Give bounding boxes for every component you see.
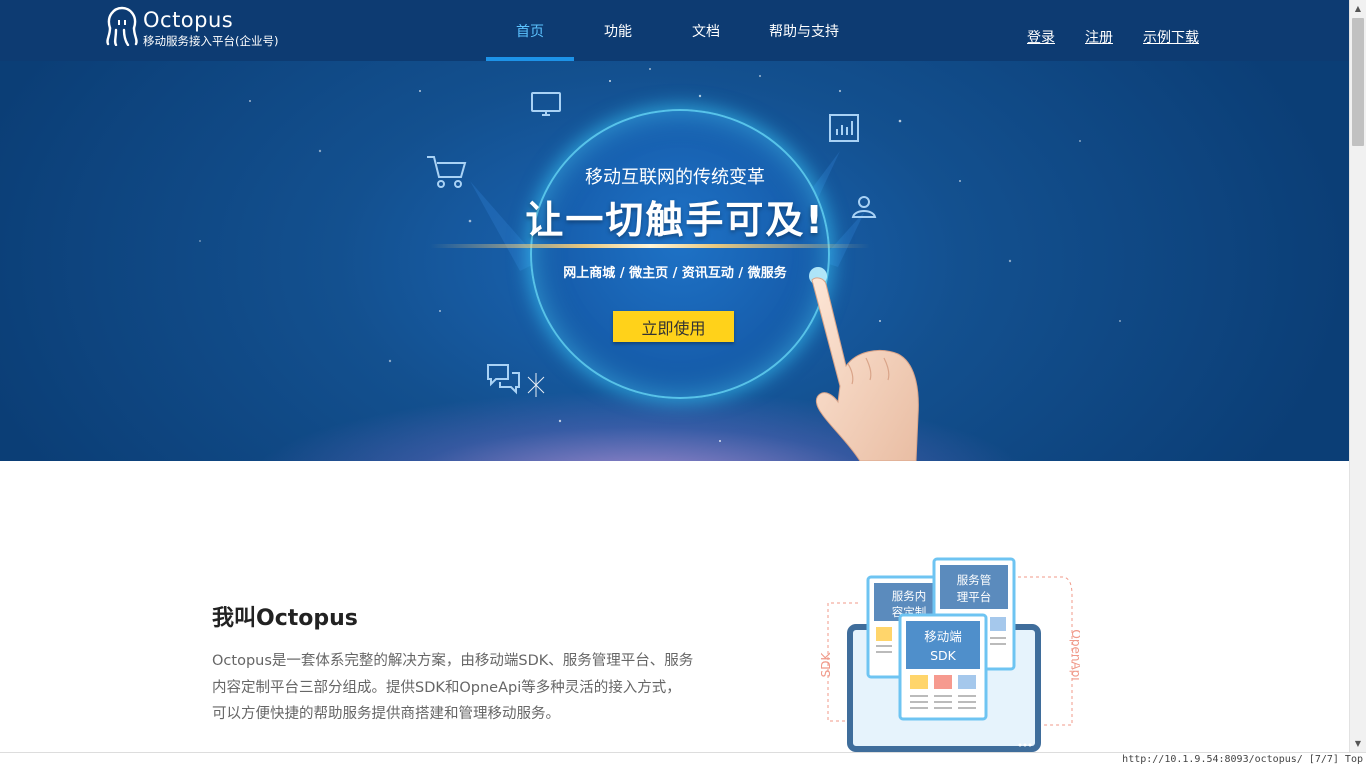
user-icon (851, 196, 877, 218)
sdk-label: SDK (819, 652, 833, 678)
start-using-button[interactable]: 立即使用 (613, 311, 734, 342)
intro-description: Octopus是一套体系完整的解决方案，由移动端SDK、服务管理平台、服务 内容… (212, 648, 752, 728)
bar-chart-icon (829, 114, 859, 142)
shopping-cart-icon (427, 156, 467, 188)
status-url: http://10.1.9.54:8093/octopus/ [7/7] Top (1122, 754, 1363, 765)
hero-banner: 移动互联网的传统变革 让一切触手可及! 网上商城 / 微主页 / 资讯互动 / … (0, 61, 1349, 461)
nav-features[interactable]: 功能 (574, 0, 662, 61)
card-content-line: 理平台 (957, 590, 992, 604)
glow-divider (430, 244, 870, 248)
logo-subtitle: 移动服务接入平台(企业号) (143, 34, 279, 48)
main-nav: 首页 功能 文档 帮助与支持 (486, 0, 858, 61)
intro-title: 我叫Octopus (212, 606, 358, 631)
card-content-line: 服务管 (957, 573, 992, 587)
openapi-label: OpenApi (1069, 629, 1080, 680)
demo-download-link[interactable]: 示例下载 (1143, 27, 1199, 47)
chat-bubbles-icon (487, 364, 520, 395)
intro-line: 内容定制平台三部分组成。提供SDK和OpneApi等多种灵活的接入方式， (212, 679, 681, 696)
nav-help-support[interactable]: 帮助与支持 (750, 0, 858, 61)
nav-docs[interactable]: 文档 (662, 0, 750, 61)
card-content-line: 移动端 (924, 629, 962, 644)
platform-architecture-illustration: SDK OpenApi 服务内 容定制 服务管 理平台 移动端 SDK (819, 557, 1080, 752)
nav-home[interactable]: 首页 (486, 0, 574, 61)
browser-status-bar: http://10.1.9.54:8093/octopus/ [7/7] Top (0, 752, 1366, 768)
intro-line: 可以方便快捷的帮助服务提供商搭建和管理移动服务。 (212, 706, 560, 722)
banner-tags: 网上商城 / 微主页 / 资讯互动 / 微服务 (563, 266, 787, 281)
logo-name: Octopus (143, 8, 234, 32)
monitor-icon (531, 92, 561, 116)
card-content-line: 服务内 (892, 589, 927, 603)
scroll-thumb[interactable] (1352, 18, 1364, 146)
top-navbar: Octopus 移动服务接入平台(企业号) 首页 功能 文档 帮助与支持 登录 … (0, 0, 1349, 61)
pointing-hand-illustration (809, 267, 919, 461)
globe-circle (530, 109, 830, 399)
scroll-down-arrow-icon[interactable]: ▼ (1350, 735, 1366, 752)
vertical-scrollbar[interactable]: ▲ ▼ (1349, 0, 1366, 752)
banner-title: 让一切触手可及! (525, 198, 825, 242)
register-link[interactable]: 注册 (1085, 27, 1113, 47)
banner-subtitle: 移动互联网的传统变革 (585, 167, 765, 188)
card-content-line: SDK (930, 648, 957, 663)
scroll-up-arrow-icon[interactable]: ▲ (1350, 0, 1366, 17)
octopus-logo[interactable]: Octopus 移动服务接入平台(企业号) (104, 6, 304, 50)
octopus-logo-icon (106, 6, 138, 46)
intro-line: Octopus是一套体系完整的解决方案，由移动端SDK、服务管理平台、服务 (212, 653, 694, 669)
login-link[interactable]: 登录 (1027, 27, 1055, 47)
